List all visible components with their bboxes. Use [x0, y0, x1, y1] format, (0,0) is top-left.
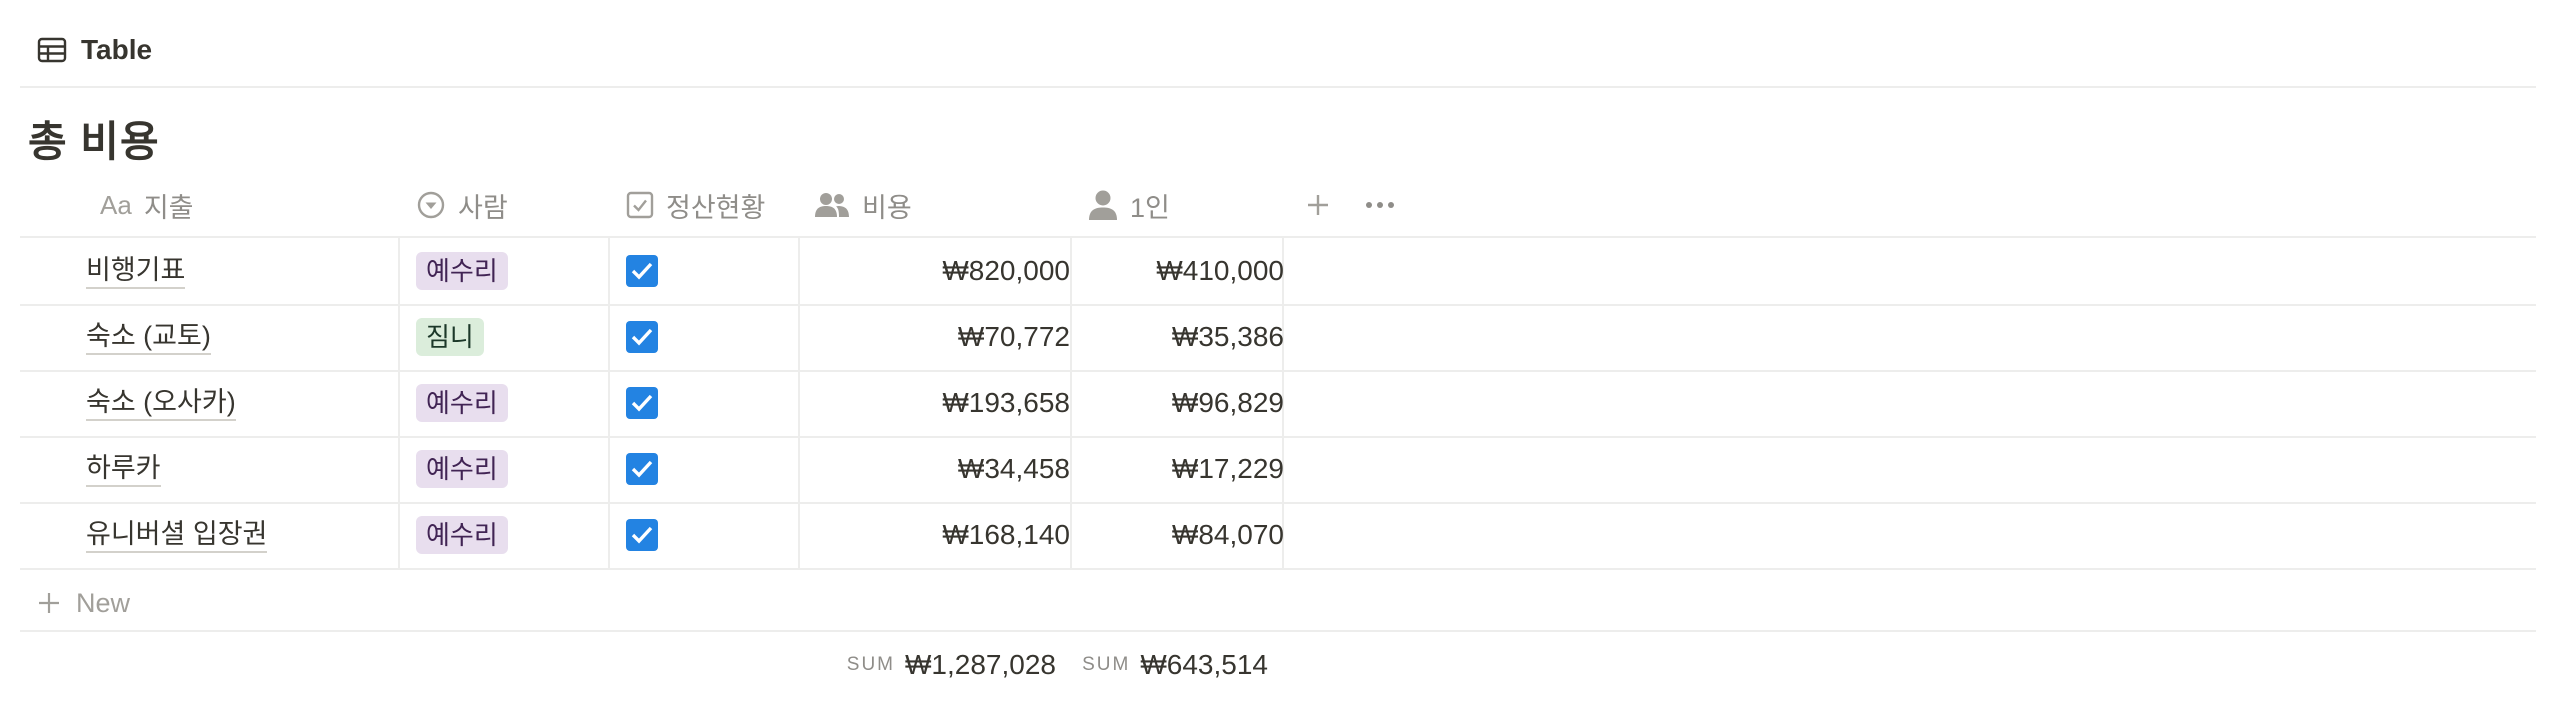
- settled-cell[interactable]: [626, 238, 658, 304]
- table-row[interactable]: 숙소 (오사카) 예수리 ₩193,658 ₩96,829: [20, 370, 2536, 438]
- per-person-sum[interactable]: SUM ₩643,514: [1052, 640, 1268, 690]
- column-header-cost[interactable]: 비용: [814, 180, 912, 230]
- per-person-cell[interactable]: ₩84,070: [1072, 502, 1284, 568]
- expense-name: 숙소 (오사카): [86, 385, 236, 421]
- expense-cell[interactable]: 하루카: [86, 436, 161, 502]
- checkmark-icon: [631, 328, 653, 346]
- checkbox-property-icon: [626, 191, 654, 219]
- view-tab-label: Table: [81, 34, 153, 65]
- person-cell[interactable]: 예수리: [416, 436, 508, 502]
- person-cell[interactable]: 예수리: [416, 370, 508, 436]
- settled-cell[interactable]: [626, 436, 658, 502]
- table-icon: [37, 37, 67, 63]
- view-divider: [20, 86, 2536, 88]
- column-header-settled[interactable]: 정산현황: [626, 180, 765, 230]
- expense-name: 유니버셜 입장권: [86, 517, 268, 553]
- column-header-person[interactable]: 사람: [416, 180, 508, 230]
- cost-value: ₩34,458: [957, 453, 1070, 484]
- new-row-label: New: [76, 587, 131, 618]
- plus-icon: [39, 593, 59, 613]
- cost-cell[interactable]: ₩820,000: [800, 238, 1070, 304]
- expense-cell[interactable]: 유니버셜 입장권: [86, 502, 268, 568]
- per-person-value: ₩96,829: [1171, 387, 1284, 418]
- column-header-per-person[interactable]: 1인: [1088, 180, 1170, 230]
- per-person-value: ₩17,229: [1171, 453, 1284, 484]
- more-options-button[interactable]: [1358, 182, 1402, 228]
- settled-checkbox[interactable]: [626, 255, 658, 287]
- column-label: 정산현황: [666, 192, 766, 223]
- more-horizontal-icon: [1366, 202, 1394, 208]
- sum-value: ₩643,514: [1140, 649, 1268, 680]
- cost-value: ₩168,140: [942, 519, 1070, 550]
- settled-cell[interactable]: [626, 370, 658, 436]
- sum-label: SUM: [846, 654, 895, 675]
- settled-checkbox[interactable]: [626, 321, 658, 353]
- person-cell[interactable]: 예수리: [416, 502, 508, 568]
- cost-cell[interactable]: ₩168,140: [800, 502, 1070, 568]
- people-icon: [815, 193, 849, 217]
- expense-name: 비행기표: [86, 253, 186, 289]
- settled-cell[interactable]: [626, 502, 658, 568]
- per-person-cell[interactable]: ₩35,386: [1072, 304, 1284, 370]
- checkmark-icon: [631, 262, 653, 280]
- expense-cell[interactable]: 숙소 (교토): [86, 304, 211, 370]
- settled-checkbox[interactable]: [626, 519, 658, 551]
- cost-cell[interactable]: ₩70,772: [800, 304, 1070, 370]
- expense-name: 하루카: [86, 451, 161, 487]
- person-cell[interactable]: 예수리: [416, 238, 508, 304]
- sum-value: ₩1,287,028: [905, 649, 1056, 680]
- column-label: 사람: [458, 192, 508, 223]
- cost-value: ₩70,772: [957, 321, 1070, 352]
- person-cell[interactable]: 짐니: [416, 304, 484, 370]
- checkmark-icon: [631, 394, 653, 412]
- cost-sum[interactable]: SUM ₩1,287,028: [780, 640, 1056, 690]
- settled-checkbox[interactable]: [626, 453, 658, 485]
- person-tag: 예수리: [416, 384, 508, 422]
- settled-checkbox[interactable]: [626, 387, 658, 419]
- add-property-button[interactable]: [1298, 182, 1338, 228]
- page-title: 총 비용: [28, 118, 160, 165]
- cost-value: ₩193,658: [942, 387, 1070, 418]
- person-tag: 예수리: [416, 450, 508, 488]
- per-person-value: ₩35,386: [1171, 321, 1284, 352]
- view-tab-table[interactable]: Table: [37, 28, 152, 72]
- checkmark-icon: [631, 460, 653, 478]
- column-label: 1인: [1130, 192, 1170, 223]
- footer-divider: [20, 630, 2536, 632]
- expense-cell[interactable]: 숙소 (오사카): [86, 370, 236, 436]
- cost-cell[interactable]: ₩34,458: [800, 436, 1070, 502]
- cost-cell[interactable]: ₩193,658: [800, 370, 1070, 436]
- column-label: 비용: [862, 192, 912, 223]
- new-row-button[interactable]: New: [36, 578, 130, 628]
- per-person-value: ₩84,070: [1171, 519, 1284, 550]
- select-property-icon: [417, 191, 445, 219]
- per-person-cell[interactable]: ₩17,229: [1072, 436, 1284, 502]
- column-label: 지출: [143, 192, 194, 223]
- table-row[interactable]: 하루카 예수리 ₩34,458 ₩17,229: [20, 436, 2536, 504]
- expense-cell[interactable]: 비행기표: [86, 238, 186, 304]
- person-tag: 예수리: [416, 252, 508, 290]
- text-property-icon: Aa: [100, 189, 132, 220]
- per-person-cell[interactable]: ₩410,000: [1072, 238, 1284, 304]
- per-person-value: ₩410,000: [1156, 255, 1284, 286]
- table-row[interactable]: 유니버셜 입장권 예수리 ₩168,140 ₩84,070: [20, 502, 2536, 570]
- table-row[interactable]: 비행기표 예수리 ₩820,000 ₩410,000: [20, 238, 2536, 306]
- cost-value: ₩820,000: [942, 255, 1070, 286]
- person-tag: 짐니: [416, 318, 484, 356]
- table-row[interactable]: 숙소 (교토) 짐니 ₩70,772 ₩35,386: [20, 304, 2536, 372]
- plus-icon: [1308, 195, 1328, 215]
- settled-cell[interactable]: [626, 304, 658, 370]
- person-icon: [1089, 190, 1117, 220]
- person-tag: 예수리: [416, 516, 508, 554]
- checkmark-icon: [631, 526, 653, 544]
- expense-name: 숙소 (교토): [86, 319, 211, 355]
- sum-label: SUM: [1082, 654, 1131, 675]
- per-person-cell[interactable]: ₩96,829: [1072, 370, 1284, 436]
- column-header-expense[interactable]: Aa 지출: [100, 180, 194, 230]
